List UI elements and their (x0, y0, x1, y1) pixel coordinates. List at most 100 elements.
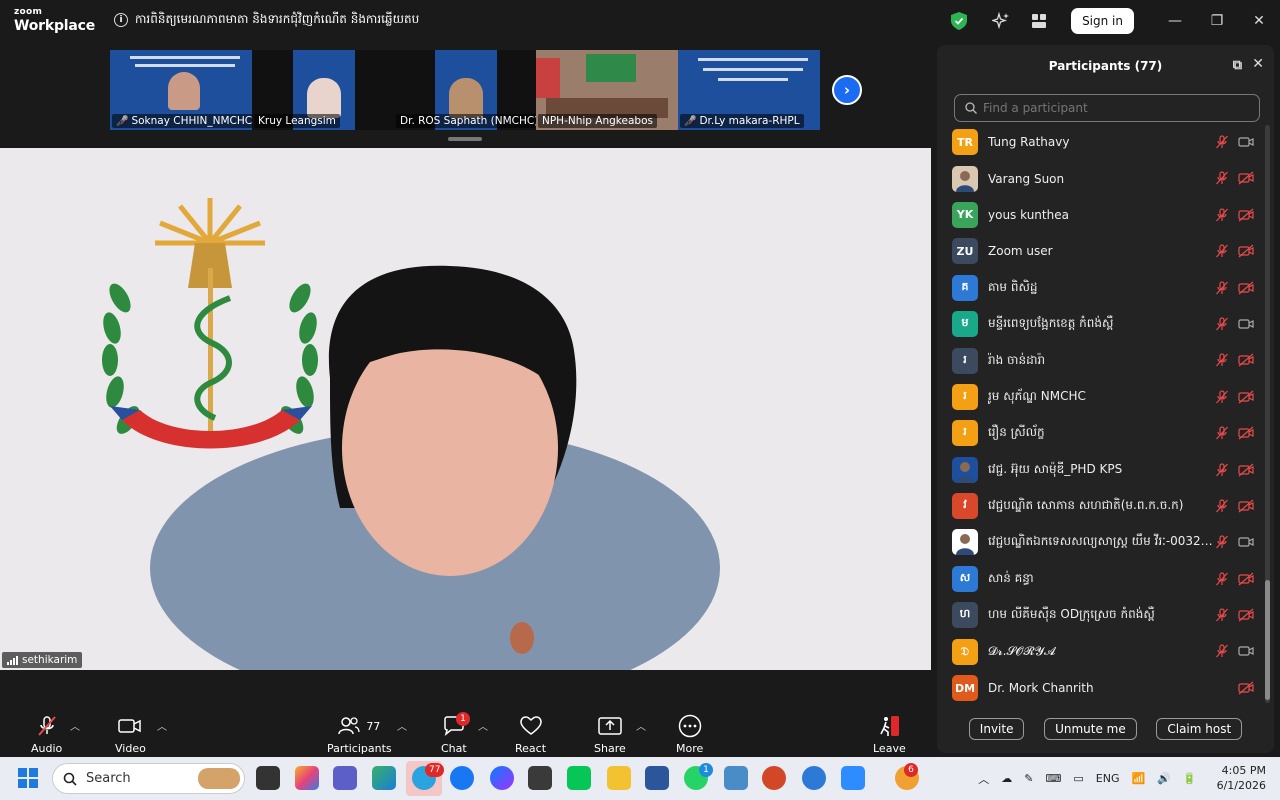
task-view-icon[interactable] (256, 766, 280, 790)
thumbnail-tile[interactable]: Dr. ROS Saphath (NMCHC) (394, 50, 536, 130)
minimize-icon[interactable]: — (1154, 13, 1196, 29)
participant-row[interactable]: វ វេជ្ជបណ្ឌិត សោភាន សហជាតិ(ម.ព.ក.ច.ក) (937, 488, 1267, 524)
participants-button[interactable]: 77 Participants (327, 714, 392, 755)
edge-icon[interactable] (372, 766, 396, 790)
participant-row[interactable]: TR Tung Rathavy (937, 124, 1267, 160)
ai-companion-icon[interactable] (991, 11, 1011, 31)
thumbnail-tile[interactable]: 🎤̸ Dr.Ly makara-RHPL (678, 50, 820, 130)
video-on-icon[interactable] (1238, 644, 1254, 658)
close-window-icon[interactable]: ✕ (1238, 13, 1280, 29)
participant-row[interactable]: Varang Suon (937, 160, 1267, 196)
unmute-me-button[interactable]: Unmute me (1044, 718, 1137, 740)
participant-list[interactable]: TR Tung Rathavy Varang Suon YK yous kunthea Z… (937, 124, 1267, 706)
participant-search[interactable] (954, 94, 1260, 122)
participant-row[interactable]: វេជ្ជ. អ៊ុយ សាម៉ុឌី_PHD KPS (937, 452, 1267, 488)
video-off-icon[interactable] (1238, 499, 1254, 513)
mic-muted-icon[interactable] (1215, 608, 1229, 622)
participant-row[interactable]: រ រឿន ស្រីល័ក្ខ (937, 415, 1267, 451)
pen-icon[interactable]: ✎ (1024, 772, 1033, 785)
meeting-info[interactable]: i ការពិនិត្យមេរណភាពមាតា និងទារកជុំវិញកំណ… (114, 11, 419, 29)
video-off-icon[interactable] (1238, 608, 1254, 622)
strip-resize-handle[interactable] (448, 137, 482, 141)
video-off-icon[interactable] (1238, 281, 1254, 295)
participant-list-scrollbar[interactable] (1265, 125, 1270, 703)
video-off-icon[interactable] (1238, 171, 1254, 185)
teams-icon[interactable] (333, 766, 357, 790)
keyboard-icon[interactable]: ⌨ (1045, 772, 1061, 785)
more-button[interactable]: More (676, 714, 703, 755)
video-off-icon[interactable] (1238, 572, 1254, 586)
leave-button[interactable]: Leave (873, 714, 906, 755)
info-icon[interactable]: i (114, 13, 128, 27)
app-icon[interactable] (724, 766, 748, 790)
participant-row[interactable]: រ រ៉ាង ចាន់ដារ៉ា (937, 342, 1267, 378)
search-input[interactable] (983, 101, 1223, 115)
windows-start-icon[interactable] (18, 768, 38, 788)
thumbnail-tile[interactable]: NPH-Nhip Angkeabos (536, 50, 678, 130)
active-speaker-video[interactable]: sethikarim (0, 148, 931, 670)
mic-muted-icon[interactable] (1215, 426, 1229, 440)
mic-muted-icon[interactable] (1215, 353, 1229, 367)
mic-muted-icon[interactable] (1215, 644, 1229, 658)
store-icon[interactable] (528, 766, 552, 790)
participant-row[interactable]: ស សាន់ គន្ធា (937, 561, 1267, 597)
participant-row[interactable]: YK yous kunthea (937, 197, 1267, 233)
participant-row[interactable]: គ គាម ពិសិដ្ឋ (937, 270, 1267, 306)
participant-row[interactable]: ម មន្ទីរពេទ្យបង្អែកខេត្ត កំពង់ស្ពឺ (937, 306, 1267, 342)
mic-muted-icon[interactable] (1215, 462, 1229, 477)
line-icon[interactable] (567, 766, 591, 790)
clock-app-icon[interactable] (802, 766, 826, 790)
mic-muted-icon[interactable] (1215, 535, 1229, 549)
language-indicator[interactable]: ENG (1096, 772, 1120, 785)
audio-options-caret[interactable]: ︿ (70, 718, 80, 733)
claim-host-button[interactable]: Claim host (1156, 718, 1243, 740)
video-on-icon[interactable] (1238, 317, 1254, 331)
mic-muted-icon[interactable] (1215, 208, 1229, 222)
chevron-up-icon[interactable]: ︿ (978, 771, 989, 787)
video-off-icon[interactable] (1238, 426, 1254, 440)
video-button[interactable]: Video (115, 714, 146, 755)
share-button[interactable]: Share (594, 714, 626, 755)
clock[interactable]: 4:05 PM 6/1/2026 (1217, 764, 1266, 793)
invite-button[interactable]: Invite (968, 718, 1025, 740)
sign-in-button[interactable]: Sign in (1071, 8, 1134, 34)
share-options-caret[interactable]: ︿ (636, 718, 646, 733)
audio-button[interactable]: Audio (31, 714, 62, 755)
volume-icon[interactable]: 🔊 (1157, 772, 1171, 785)
next-page-button[interactable]: › (832, 75, 862, 105)
zoom-taskbar-icon[interactable] (841, 766, 865, 790)
mic-muted-icon[interactable] (1215, 135, 1229, 149)
facebook-icon[interactable] (450, 766, 474, 790)
react-button[interactable]: React (515, 714, 546, 755)
word-icon[interactable] (645, 766, 669, 790)
security-shield-icon[interactable] (951, 12, 968, 30)
participants-options-caret[interactable]: ︿ (397, 718, 407, 733)
pop-out-icon[interactable]: ⧉ (1233, 58, 1242, 73)
thumbnail-tile[interactable]: Kruy Leangsim (252, 50, 394, 130)
participant-row[interactable]: វេជ្ជបណ្ឌិតឯកទេសសល្យសាស្ត្រ យឹម វីរៈ-003… (937, 524, 1267, 560)
cloud-icon[interactable]: ☁ (1001, 772, 1012, 785)
video-on-icon[interactable] (1238, 535, 1254, 549)
messenger-icon[interactable] (490, 766, 514, 790)
video-on-icon[interactable] (1238, 135, 1254, 149)
file-explorer-icon[interactable] (607, 766, 631, 790)
acrobat-icon[interactable] (762, 766, 786, 790)
video-off-icon[interactable] (1238, 208, 1254, 222)
mic-muted-icon[interactable] (1215, 572, 1229, 586)
close-panel-icon[interactable]: ✕ (1252, 56, 1264, 72)
video-off-icon[interactable] (1238, 390, 1254, 404)
wifi-icon[interactable]: 📶 (1131, 772, 1145, 785)
participant-row[interactable]: 𝔇 𝓓𝓻.𝓢𝓞𝓡𝓨𝓐 (937, 633, 1267, 669)
mic-muted-icon[interactable] (1215, 390, 1229, 404)
video-options-caret[interactable]: ︿ (157, 718, 167, 733)
mic-muted-icon[interactable] (1215, 317, 1229, 331)
video-off-icon[interactable] (1238, 244, 1254, 258)
participant-row[interactable]: ហ ហម លីគីមស៊ឺន ODក្រុស្រេច កំពង់ស្ពឺ (937, 597, 1267, 633)
participant-row[interactable]: ZU Zoom user (937, 233, 1267, 269)
apps-icon[interactable] (1029, 11, 1049, 31)
taskbar-search[interactable]: Search (52, 763, 245, 794)
scrollbar-thumb[interactable] (1265, 580, 1270, 700)
maximize-icon[interactable]: ❐ (1196, 13, 1238, 29)
mic-muted-icon[interactable] (1215, 171, 1229, 185)
thumbnail-tile[interactable]: 🎤̸ Soknay CHHIN_NMCHC (110, 50, 252, 130)
